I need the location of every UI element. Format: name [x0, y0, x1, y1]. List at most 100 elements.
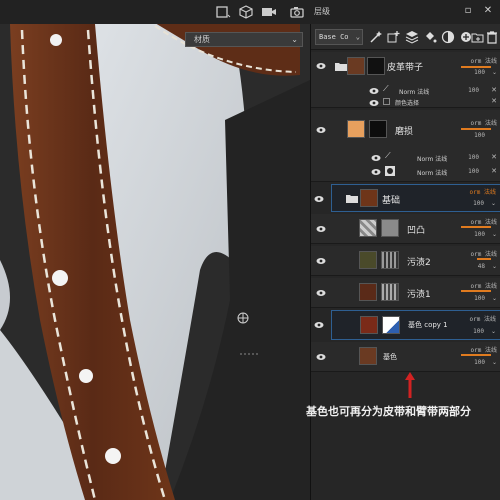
layer-row[interactable]: 凹凸 orm 法线 100 ⌄	[311, 214, 500, 244]
chevron-down-icon[interactable]: ⌄	[491, 328, 496, 335]
eye-icon[interactable]	[316, 257, 326, 265]
chevron-down-icon: ⌄	[291, 35, 298, 44]
panel-title: 层级	[314, 7, 330, 16]
eye-icon[interactable]	[371, 168, 381, 176]
layer-blend[interactable]: orm 法线	[471, 217, 497, 226]
trash-icon[interactable]	[485, 30, 499, 44]
effect-opacity[interactable]: 100	[468, 87, 479, 94]
stack-icon[interactable]	[405, 30, 419, 44]
channel-select[interactable]: Base Co ⌄	[315, 29, 363, 45]
layers-toolbar: Base Co ⌄	[311, 24, 500, 50]
layer-add-icon[interactable]	[387, 30, 401, 44]
close-icon[interactable]: ✕	[491, 153, 497, 161]
layer-blend[interactable]: orm 法线	[471, 345, 497, 354]
top-bar: 层级 ▫ ✕	[0, 0, 500, 24]
effect-name: 颜色选择	[395, 100, 420, 107]
mask-thumbnail	[382, 316, 400, 334]
close-icon[interactable]: ✕	[491, 167, 497, 175]
color-select-checkbox[interactable]	[383, 98, 390, 105]
material-select-value: 材质	[194, 35, 210, 44]
layer-thumbnail	[360, 316, 378, 334]
layer-opacity[interactable]: 100	[474, 132, 485, 139]
screenshot-camera-icon[interactable]	[289, 4, 305, 20]
mask-icon[interactable]	[441, 30, 455, 44]
layer-name: 基础	[382, 196, 401, 206]
2d-view-icon[interactable]	[215, 4, 231, 20]
layer-opacity[interactable]: 100	[473, 200, 484, 207]
layer-opacity[interactable]: 100	[474, 295, 485, 302]
layer-blend[interactable]: orm 法线	[470, 314, 496, 323]
layer-thumbnail	[359, 347, 377, 365]
camera-video-icon[interactable]	[261, 4, 277, 20]
close-icon[interactable]: ✕	[491, 86, 497, 94]
layer-thumbnail	[360, 189, 378, 207]
opacity-bar	[461, 66, 491, 68]
layer-row[interactable]: 基色 orm 法线 100 ⌄	[311, 342, 500, 372]
effect-opacity[interactable]: 100	[468, 168, 479, 175]
layer-thumbnail	[359, 283, 377, 301]
eye-icon[interactable]	[316, 289, 326, 297]
chevron-down-icon[interactable]: ⌄	[492, 69, 497, 76]
eye-icon[interactable]	[371, 154, 381, 162]
eye-icon[interactable]	[316, 225, 326, 233]
layer-opacity[interactable]: 48	[478, 263, 485, 270]
eye-icon[interactable]	[316, 126, 326, 134]
filter-circle-icon	[385, 166, 395, 176]
layer-blend[interactable]: orm 法线	[471, 249, 497, 258]
eye-icon[interactable]	[316, 353, 326, 361]
layer-thumbnail	[347, 120, 365, 138]
eye-icon[interactable]	[314, 321, 324, 329]
annotation-note: 基色也可再分为皮带和臂带两部分	[306, 405, 471, 418]
layer-opacity[interactable]: 100	[474, 69, 485, 76]
eye-icon[interactable]	[369, 87, 379, 95]
eye-icon[interactable]	[369, 99, 379, 107]
layer-row[interactable]: 污渍1 orm 法线 100 ⌄	[311, 278, 500, 308]
3d-viewport[interactable]: 材质 ⌄	[0, 0, 310, 500]
layer-row[interactable]: 皮革带子 orm 法线 100 ⌄ ⟋ Norm 法线 100 ✕ 颜色选择 ✕	[311, 52, 500, 108]
layer-opacity[interactable]: 100	[474, 231, 485, 238]
layer-blend[interactable]: orm 法线	[471, 56, 497, 65]
layers-panel: Base Co ⌄ 皮革带子 orm 法线 100 ⌄ ⟋ Norm 法线 10…	[310, 24, 500, 500]
layer-opacity[interactable]: 100	[473, 328, 484, 335]
brush-icon: ⟋	[383, 84, 389, 93]
layer-blend[interactable]: orm 法线	[471, 118, 497, 127]
eye-icon[interactable]	[314, 195, 324, 203]
eye-icon[interactable]	[316, 62, 326, 70]
chevron-down-icon[interactable]: ⌄	[492, 263, 497, 270]
effect-opacity[interactable]: 100	[468, 154, 479, 161]
mask-thumbnail	[367, 57, 385, 75]
layer-name: 基色 copy 1	[408, 321, 448, 329]
fill-icon[interactable]	[423, 30, 437, 44]
effect-name: Norm 法线	[399, 89, 430, 96]
folder-add-icon[interactable]	[471, 30, 485, 44]
chevron-down-icon: ⌄	[355, 33, 360, 41]
layer-row-highlighted[interactable]: 基色 copy 1 orm 法线 100 ⌄	[331, 310, 500, 340]
close-icon[interactable]: ✕	[482, 5, 494, 17]
layer-name: 磨损	[395, 127, 414, 137]
mask-thumbnail	[381, 251, 399, 269]
channel-select-value: Base Co	[319, 33, 349, 41]
layer-blend[interactable]: orm 法线	[470, 187, 496, 196]
3d-cube-icon[interactable]	[238, 4, 254, 20]
material-select[interactable]: 材质 ⌄	[185, 32, 303, 47]
layer-name: 凹凸	[407, 226, 426, 236]
chevron-down-icon[interactable]: ⌄	[492, 231, 497, 238]
chevron-down-icon[interactable]: ⌄	[492, 359, 497, 366]
layer-row[interactable]: 磨损 orm 法线 100 ⟋ Norm 法线 100 ✕ Norm 法线 10…	[311, 110, 500, 182]
mask-thumbnail	[381, 283, 399, 301]
pin-icon[interactable]: ▫	[462, 5, 474, 17]
opacity-bar	[477, 258, 491, 260]
chevron-down-icon[interactable]: ⌄	[491, 200, 496, 207]
layer-thumbnail	[359, 219, 377, 237]
layer-row-selected[interactable]: 基础 orm 法线 100 ⌄	[331, 184, 500, 212]
wand-icon[interactable]	[369, 30, 383, 44]
layer-opacity[interactable]: 100	[474, 359, 485, 366]
layer-row[interactable]: 污渍2 orm 法线 48 ⌄	[311, 246, 500, 276]
opacity-bar	[461, 128, 491, 130]
close-icon[interactable]: ✕	[491, 97, 497, 105]
layer-blend[interactable]: orm 法线	[471, 281, 497, 290]
chevron-down-icon[interactable]: ⌄	[492, 295, 497, 302]
folder-icon	[335, 63, 347, 71]
layer-name: 基色	[383, 353, 397, 361]
mask-thumbnail	[369, 120, 387, 138]
